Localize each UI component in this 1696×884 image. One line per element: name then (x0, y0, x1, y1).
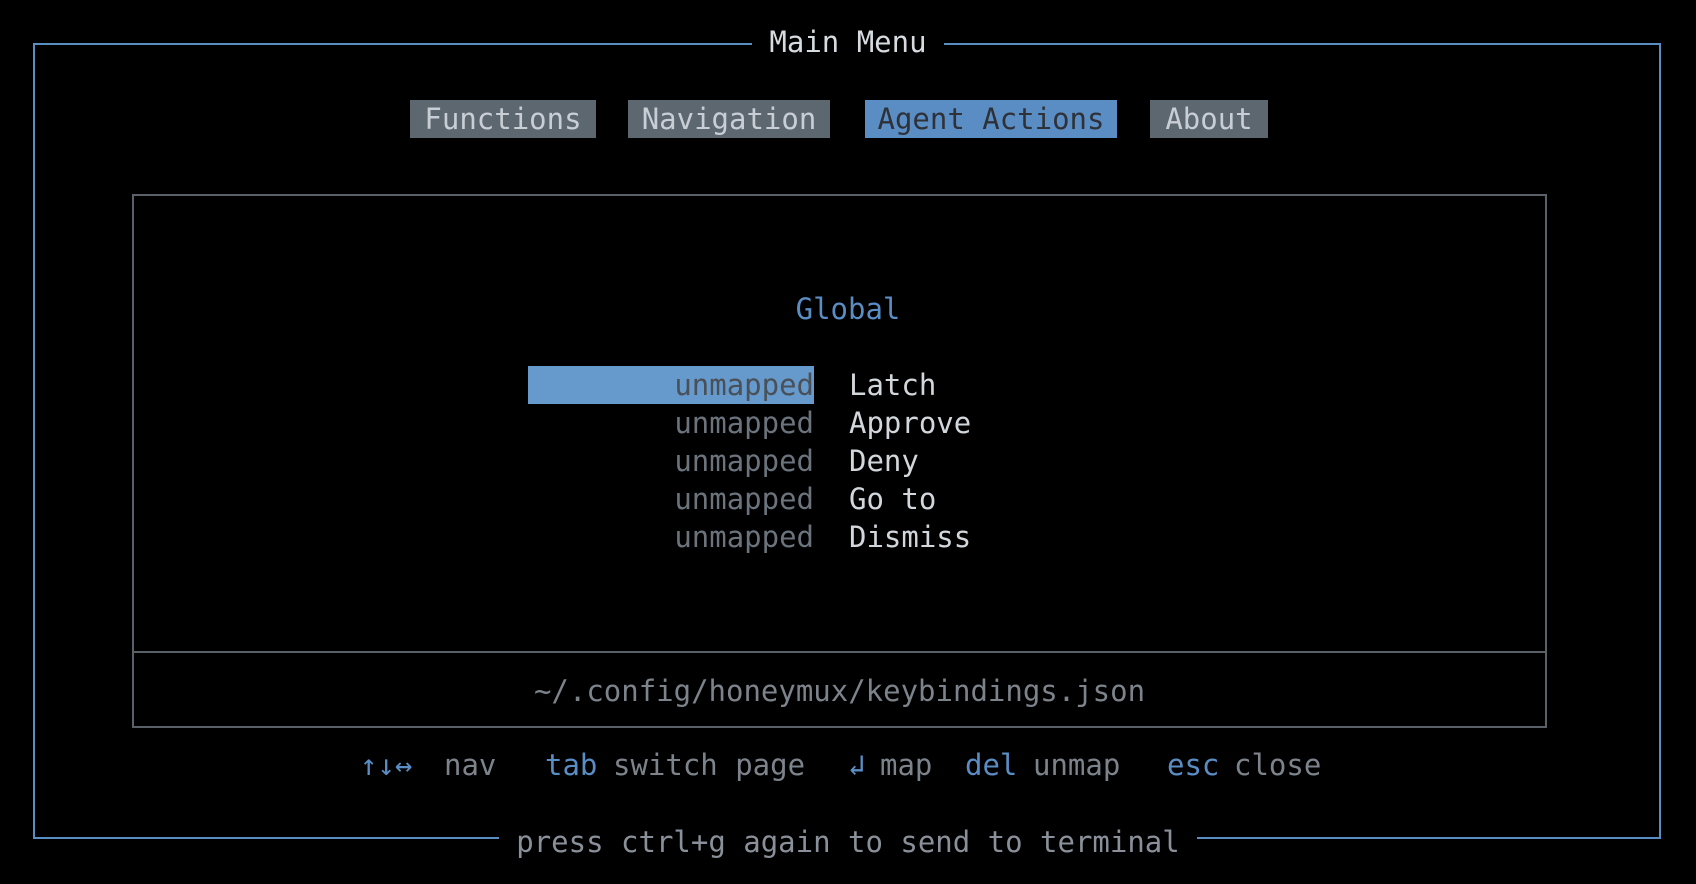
help-del-key: del (965, 748, 1018, 782)
keybinding-key: unmapped (674, 444, 814, 478)
tab-functions[interactable]: Functions (410, 100, 596, 138)
section-title: Global (795, 292, 901, 326)
config-file-path: ~/.config/honeymux/keybindings.json (533, 674, 1146, 708)
help-unmap-label: unmap (1033, 748, 1121, 782)
help-bar: ↑↓↔ nav tab switch page ↲ map del unmap … (0, 745, 1696, 785)
keybinding-key: unmapped (674, 520, 814, 554)
help-esc-key: esc (1167, 748, 1220, 782)
help-tab-key: tab (545, 748, 598, 782)
tab-agent-actions[interactable]: Agent Actions (865, 100, 1117, 138)
help-switch-page-label: switch page (613, 748, 806, 782)
arrow-keys-icon: ↑↓↔ (360, 748, 413, 782)
send-to-terminal-hint: press ctrl+g again to send to terminal (499, 825, 1197, 859)
keybinding-action: Approve (849, 406, 972, 440)
main-menu-footer: press ctrl+g again to send to terminal (0, 822, 1696, 862)
keybinding-action: Deny (849, 444, 919, 478)
enter-key-icon: ↲ (848, 748, 866, 782)
keybinding-action: Dismiss (849, 520, 972, 554)
tab-about[interactable]: About (1150, 100, 1268, 138)
keybinding-action: Latch (849, 368, 937, 402)
help-map-label: map (880, 748, 933, 782)
panel-divider (134, 651, 1545, 653)
tab-bar: Functions Navigation Agent Actions About (0, 100, 1696, 138)
keybindings-panel: ~/.config/honeymux/keybindings.json (132, 194, 1547, 728)
keybinding-key: unmapped (528, 366, 814, 404)
keybinding-action: Go to (849, 482, 937, 516)
keybinding-key: unmapped (674, 482, 814, 516)
help-close-label: close (1234, 748, 1322, 782)
help-nav-label: nav (444, 748, 497, 782)
keybinding-key: unmapped (674, 406, 814, 440)
tab-navigation[interactable]: Navigation (628, 100, 830, 138)
